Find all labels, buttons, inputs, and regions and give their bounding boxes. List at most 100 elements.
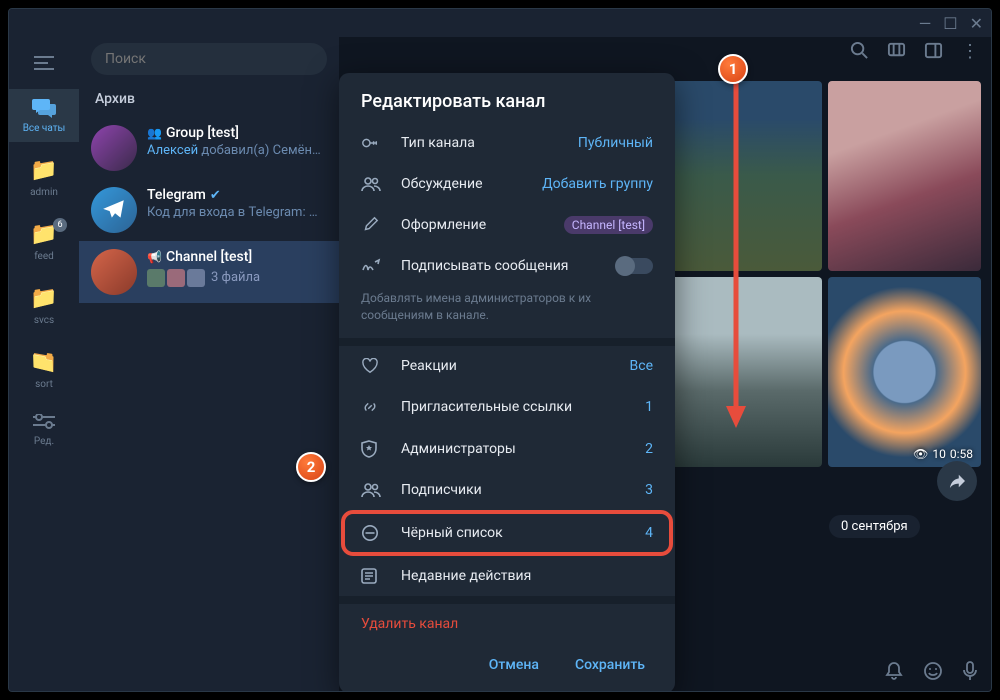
row-value: 1 — [645, 399, 653, 415]
group-icon: 👥 — [147, 126, 162, 140]
settings-sliders-icon — [33, 414, 55, 432]
edit-channel-modal: Редактировать канал Тип канала Публичный… — [339, 73, 675, 692]
separator — [339, 596, 675, 604]
chat-title: Channel [test] — [166, 249, 252, 265]
avatar — [91, 249, 137, 295]
folder-all-chats[interactable]: Все чаты — [9, 89, 79, 142]
row-subscribers[interactable]: Подписчики 3 — [339, 470, 675, 510]
row-label: Администраторы — [401, 441, 627, 457]
row-label: Тип канала — [401, 135, 560, 151]
chat-subtitle: Код для входа в Telegram: … — [147, 205, 327, 220]
menu-toggle-icon[interactable] — [26, 45, 62, 81]
archive-row[interactable]: Архив — [79, 81, 339, 117]
share-button[interactable] — [937, 461, 977, 501]
save-button[interactable]: Сохранить — [561, 649, 659, 681]
callout-1: 1 — [718, 54, 748, 84]
date-chip: 0 сентября — [829, 515, 920, 538]
chat-title: Group [test] — [166, 125, 239, 141]
nav-label: Все чаты — [23, 123, 66, 134]
row-discussion[interactable]: Обсуждение Добавить группу — [339, 164, 675, 204]
media-thumbnail[interactable]: 👁 10 0:58 — [828, 277, 981, 467]
comments-icon[interactable] — [887, 41, 906, 62]
callout-2: 2 — [296, 452, 326, 482]
modal-title: Редактировать канал — [339, 73, 675, 122]
heart-icon — [361, 358, 383, 374]
folder-svcs[interactable]: 📁 svcs — [9, 278, 79, 334]
chat-item-channel[interactable]: 📢 Channel [test] 3 файла — [79, 241, 339, 303]
folder-admin[interactable]: 📁 admin — [9, 150, 79, 206]
minimize-button[interactable]: — — [919, 14, 932, 33]
chat-list: Архив 👥Group [test] Алексей добавил(а) С… — [79, 37, 339, 691]
row-value: 3 — [645, 482, 653, 498]
voice-icon[interactable] — [963, 661, 977, 681]
chats-icon — [31, 97, 57, 119]
window-titlebar: — ☐ ✕ — [9, 9, 991, 37]
folder-icon: 📁 — [30, 158, 57, 183]
more-menu-icon[interactable]: ⋮ — [961, 41, 979, 62]
row-reactions[interactable]: Реакции Все — [339, 346, 675, 386]
row-blacklist[interactable]: Чёрный список 4 — [343, 512, 671, 554]
badge-count: 6 — [53, 218, 67, 232]
row-label: Недавние действия — [401, 568, 653, 584]
row-value: 2 — [645, 441, 653, 457]
people-icon — [361, 482, 383, 498]
row-sign-messages[interactable]: Подписывать сообщения — [339, 246, 675, 286]
separator — [339, 338, 675, 346]
sidebar-toggle-icon[interactable] — [924, 41, 943, 62]
row-label: Пригласительные ссылки — [401, 399, 627, 415]
folder-icon: 📁 — [30, 350, 57, 375]
avatar — [91, 125, 137, 171]
folder-edit[interactable]: Ред. — [9, 406, 79, 455]
maximize-button[interactable]: ☐ — [943, 14, 957, 33]
row-invite-links[interactable]: Пригласительные ссылки 1 — [339, 386, 675, 428]
nav-label: svcs — [34, 315, 54, 326]
arrow-1 — [724, 80, 748, 430]
mute-icon[interactable] — [885, 661, 903, 681]
emoji-icon[interactable] — [923, 661, 943, 681]
row-theme[interactable]: Оформление Channel [test] — [339, 204, 675, 246]
link-icon — [361, 398, 383, 416]
row-label: Обсуждение — [401, 176, 524, 192]
row-label: Оформление — [401, 217, 546, 233]
brush-icon — [361, 216, 383, 234]
row-label: Реакции — [401, 358, 612, 374]
row-value: Публичный — [578, 135, 653, 151]
cancel-button[interactable]: Отмена — [475, 649, 553, 681]
avatar — [91, 187, 137, 233]
nav-label: admin — [30, 187, 58, 198]
close-button[interactable]: ✕ — [970, 14, 983, 33]
folder-sort[interactable]: 📁 sort — [9, 342, 79, 398]
media-thumbnail[interactable] — [828, 81, 981, 271]
nav-label: Ред. — [34, 436, 54, 447]
row-channel-type[interactable]: Тип канала Публичный — [339, 122, 675, 164]
chat-item-telegram[interactable]: Telegram ✔ Код для входа в Telegram: … — [79, 179, 339, 241]
chat-subtitle: 3 файла — [211, 270, 260, 285]
lock-icon — [361, 134, 383, 152]
nav-label: feed — [34, 251, 54, 262]
chat-item-group[interactable]: 👥Group [test] Алексей добавил(а) Семён… — [79, 117, 339, 179]
people-icon — [361, 176, 383, 192]
folder-icon: 📁 — [30, 286, 57, 311]
row-value: 4 — [645, 525, 653, 541]
attachment-thumbs — [147, 269, 205, 287]
row-value: Все — [630, 358, 653, 374]
eye-icon: 👁 — [913, 447, 928, 461]
row-label: Удалить канал — [361, 616, 653, 632]
chat-title: Telegram — [147, 187, 206, 203]
hint-text: Добавлять имена администраторов к их соо… — [339, 286, 675, 338]
row-label: Подписывать сообщения — [401, 258, 599, 274]
row-delete-channel[interactable]: Удалить канал — [339, 604, 675, 637]
media-gallery: 👁 10 0:58 — [669, 81, 981, 467]
megaphone-icon: 📢 — [147, 250, 162, 264]
row-recent-actions[interactable]: Недавние действия — [339, 556, 675, 596]
views-counter: 👁 10 0:58 — [913, 447, 973, 461]
folder-sidebar: Все чаты 📁 admin 📁 6 feed 📁 svcs 📁 sort — [9, 37, 79, 691]
folder-feed[interactable]: 📁 6 feed — [9, 214, 79, 270]
search-input[interactable] — [91, 43, 327, 75]
search-icon[interactable] — [850, 41, 869, 62]
nav-label: sort — [35, 379, 53, 390]
toggle-switch[interactable] — [617, 258, 653, 274]
row-value: Добавить группу — [542, 176, 653, 192]
shield-icon — [361, 440, 383, 458]
row-administrators[interactable]: Администраторы 2 — [339, 428, 675, 470]
